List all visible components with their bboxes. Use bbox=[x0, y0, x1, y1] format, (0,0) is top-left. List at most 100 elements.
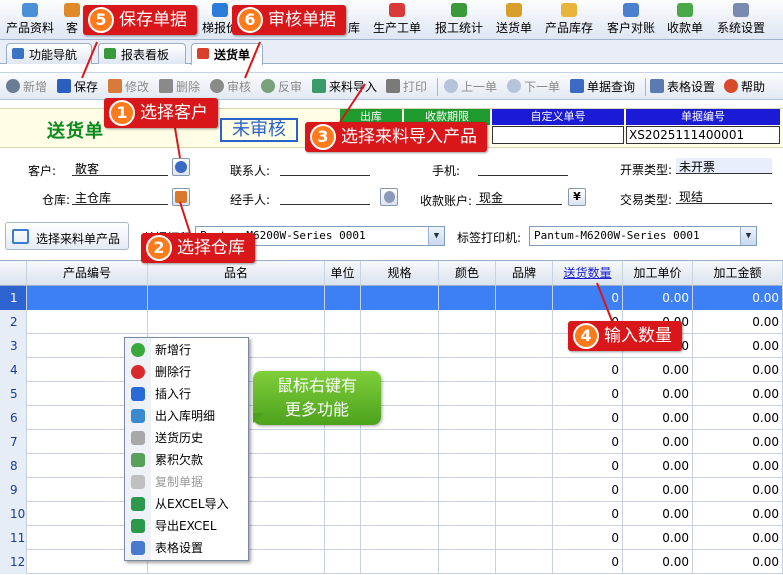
table-row[interactable]: 12 0 0.00 0.00 bbox=[0, 550, 783, 574]
table-cell[interactable] bbox=[361, 310, 439, 334]
column-header[interactable]: 单位 bbox=[325, 261, 361, 286]
table-cell[interactable] bbox=[325, 286, 361, 310]
menu-delivery-note[interactable]: 送货单 bbox=[493, 0, 535, 40]
edit-button[interactable]: 修改 bbox=[108, 78, 149, 96]
table-cell[interactable] bbox=[496, 286, 553, 310]
table-row[interactable]: 4 0 0.00 0.00 bbox=[0, 358, 783, 382]
menu-work-report[interactable]: 报工统计 bbox=[432, 0, 486, 40]
table-cell[interactable]: 0.00 bbox=[623, 550, 693, 574]
table-cell[interactable] bbox=[496, 550, 553, 574]
table-cell[interactable] bbox=[439, 406, 496, 430]
menu-item-copy-document[interactable]: 复制单据 bbox=[125, 471, 248, 493]
column-header[interactable]: 送货数量 bbox=[553, 261, 623, 286]
menu-item-inout-detail[interactable]: 出入库明细 bbox=[125, 405, 248, 427]
table-cell[interactable] bbox=[439, 454, 496, 478]
unaudit-button[interactable]: 反审 bbox=[261, 78, 302, 96]
table-settings-button[interactable]: 表格设置 bbox=[650, 78, 715, 96]
select-customer-button[interactable] bbox=[172, 158, 190, 176]
table-cell[interactable] bbox=[496, 526, 553, 550]
table-cell[interactable]: 0.00 bbox=[693, 286, 783, 310]
table-cell[interactable]: 0.00 bbox=[623, 286, 693, 310]
account-field[interactable]: 现金 bbox=[476, 189, 562, 205]
table-cell[interactable]: 0.00 bbox=[693, 358, 783, 382]
menu-production-order[interactable]: 生产工单 bbox=[370, 0, 424, 40]
menu-stock-partial[interactable]: 库 bbox=[348, 0, 360, 40]
tab-report-board[interactable]: 报表看板 bbox=[98, 43, 186, 64]
warehouse-field[interactable]: 主仓库 bbox=[72, 189, 168, 205]
customer-field[interactable]: 散客 bbox=[72, 160, 168, 176]
table-cell[interactable]: 0 bbox=[553, 478, 623, 502]
table-cell[interactable] bbox=[361, 550, 439, 574]
table-cell[interactable] bbox=[439, 382, 496, 406]
tab-function-nav[interactable]: 功能导航 bbox=[6, 43, 92, 64]
table-cell[interactable] bbox=[361, 478, 439, 502]
table-cell[interactable]: 0.00 bbox=[693, 406, 783, 430]
table-cell[interactable] bbox=[439, 502, 496, 526]
select-warehouse-button[interactable] bbox=[172, 188, 190, 206]
table-cell[interactable]: 0.00 bbox=[623, 526, 693, 550]
import-button[interactable]: 来料导入 bbox=[312, 78, 377, 96]
table-cell[interactable]: 0.00 bbox=[623, 358, 693, 382]
table-cell[interactable] bbox=[439, 286, 496, 310]
table-cell[interactable] bbox=[325, 478, 361, 502]
table-cell[interactable] bbox=[439, 526, 496, 550]
column-header[interactable]: 规格 bbox=[361, 261, 439, 286]
menu-product-data[interactable]: 产品资料 bbox=[2, 0, 58, 40]
table-cell[interactable] bbox=[361, 430, 439, 454]
table-cell[interactable]: 0.00 bbox=[693, 334, 783, 358]
table-cell[interactable] bbox=[496, 382, 553, 406]
select-incoming-products-button[interactable]: 选择来料单产品 bbox=[5, 222, 129, 250]
column-header[interactable]: 产品编号 bbox=[27, 261, 148, 286]
table-row[interactable]: 5 0 0.00 0.00 bbox=[0, 382, 783, 406]
table-cell[interactable] bbox=[148, 286, 325, 310]
menu-item-add-row[interactable]: 新增行 bbox=[125, 339, 248, 361]
table-cell[interactable]: 0.00 bbox=[693, 526, 783, 550]
audit-button[interactable]: 审核 bbox=[210, 78, 251, 96]
table-cell[interactable] bbox=[439, 310, 496, 334]
table-cell[interactable] bbox=[439, 430, 496, 454]
table-cell[interactable] bbox=[325, 550, 361, 574]
table-cell[interactable] bbox=[325, 526, 361, 550]
invoice-type-field[interactable]: 未开票 bbox=[676, 158, 772, 174]
table-cell[interactable]: 0 bbox=[553, 454, 623, 478]
table-cell[interactable]: 0.00 bbox=[623, 478, 693, 502]
table-cell[interactable] bbox=[361, 526, 439, 550]
phone-field[interactable] bbox=[478, 160, 568, 176]
table-cell[interactable]: 0.00 bbox=[693, 478, 783, 502]
table-cell[interactable] bbox=[325, 430, 361, 454]
table-cell[interactable]: 0.00 bbox=[693, 502, 783, 526]
menu-customer-statement[interactable]: 客户对账 bbox=[604, 0, 658, 40]
table-cell[interactable] bbox=[496, 430, 553, 454]
menu-item-delivery-history[interactable]: 送货历史 bbox=[125, 427, 248, 449]
table-row[interactable]: 11 0 0.00 0.00 bbox=[0, 526, 783, 550]
table-cell[interactable] bbox=[27, 286, 148, 310]
table-cell[interactable]: 0.00 bbox=[693, 454, 783, 478]
menu-receipt[interactable]: 收款单 bbox=[664, 0, 706, 40]
table-cell[interactable]: 0 bbox=[553, 550, 623, 574]
table-row[interactable]: 6 0 0.00 0.00 bbox=[0, 406, 783, 430]
table-cell[interactable] bbox=[496, 454, 553, 478]
column-header[interactable]: 品牌 bbox=[496, 261, 553, 286]
table-cell[interactable]: 0 bbox=[553, 382, 623, 406]
select-handler-button[interactable] bbox=[380, 188, 398, 206]
table-cell[interactable] bbox=[496, 478, 553, 502]
print-button[interactable]: 打印 bbox=[386, 78, 427, 96]
table-cell[interactable] bbox=[361, 454, 439, 478]
document-number-field[interactable]: XS2025111400001 bbox=[626, 126, 780, 144]
label-printer-select[interactable]: Pantum-M6200W-Series 0001 ▼ bbox=[529, 226, 757, 246]
query-button[interactable]: 单据查询 bbox=[570, 78, 635, 96]
handler-field[interactable] bbox=[280, 189, 370, 205]
table-cell[interactable]: 0 bbox=[553, 286, 623, 310]
table-cell[interactable] bbox=[27, 310, 148, 334]
table-cell[interactable] bbox=[148, 310, 325, 334]
table-cell[interactable]: 0 bbox=[553, 430, 623, 454]
table-cell[interactable]: 0.00 bbox=[693, 382, 783, 406]
table-cell[interactable] bbox=[325, 502, 361, 526]
table-cell[interactable] bbox=[496, 310, 553, 334]
column-header[interactable]: 加工金额 bbox=[693, 261, 783, 286]
table-cell[interactable]: 0.00 bbox=[693, 550, 783, 574]
table-cell[interactable]: 0.00 bbox=[623, 382, 693, 406]
table-cell[interactable] bbox=[361, 334, 439, 358]
column-header[interactable]: 品名 bbox=[148, 261, 325, 286]
menu-item-export-excel[interactable]: 导出EXCEL bbox=[125, 515, 248, 537]
